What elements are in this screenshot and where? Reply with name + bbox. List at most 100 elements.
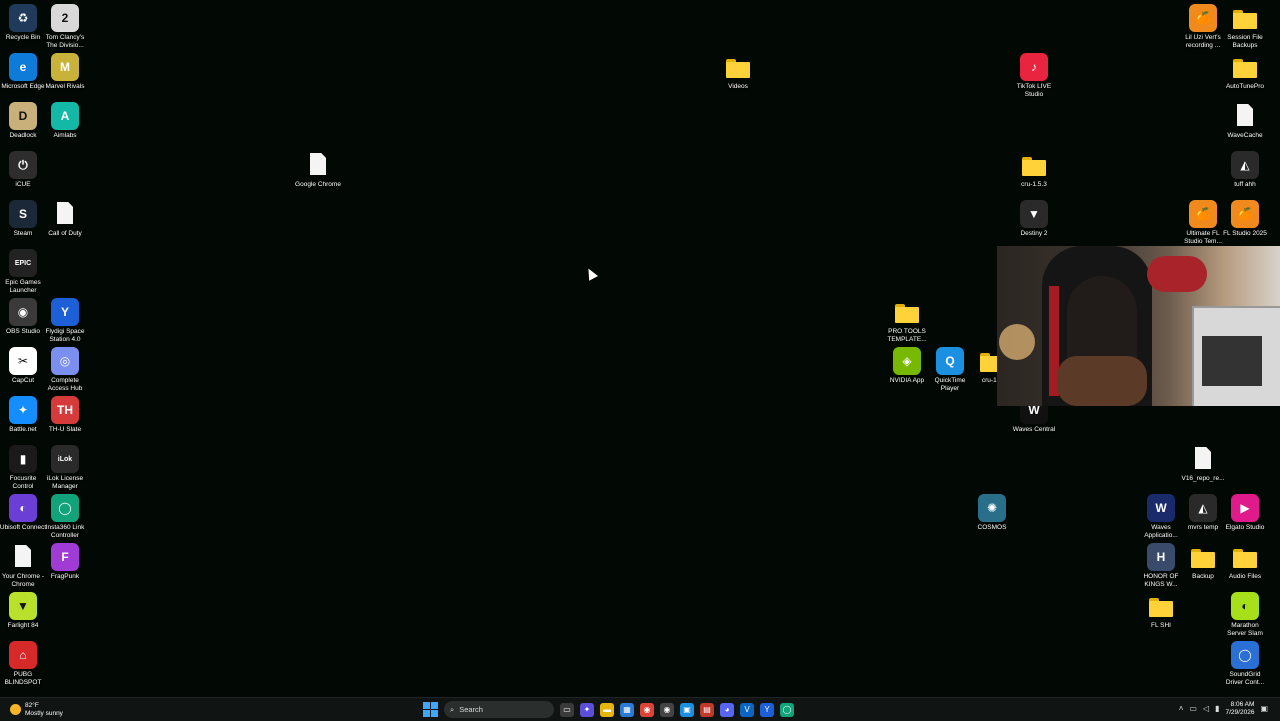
- desktop-icon-google-chrome-file[interactable]: Google Chrome: [295, 151, 341, 189]
- desktop-icon-quicktime[interactable]: Q QuickTime Player: [929, 347, 971, 392]
- desktop-icon-flydigi[interactable]: Y Flydigi Space Station 4.0: [44, 298, 86, 343]
- volume-icon[interactable]: ◁: [1203, 704, 1209, 713]
- desktop-icon-marathon[interactable]: ◐ Marathon Server Slam: [1224, 592, 1266, 637]
- taskbar-store-icon[interactable]: ▦: [620, 702, 634, 717]
- desktop-icon-steam[interactable]: S Steam: [2, 200, 44, 238]
- desktop-icon-label: Waves Central: [1012, 426, 1056, 433]
- desktop-icon-ubisoft-connect[interactable]: ◐ Ubisoft Connect: [0, 494, 46, 532]
- desktop-icon-battle-net[interactable]: ✦ Battle.net: [2, 396, 44, 434]
- desktop-icon-label: SoundGrid Driver Cont...: [1225, 671, 1265, 686]
- desktop-icon-label: CapCut: [11, 377, 35, 384]
- desktop-icon-recycle-bin[interactable]: ♻ Recycle Bin: [2, 4, 44, 42]
- desktop-icon-your-chrome[interactable]: Your Chrome - Chrome: [2, 543, 44, 588]
- desktop-icon-label: Recycle Bin: [5, 34, 41, 41]
- desktop-icon-aimlabs[interactable]: A Aimlabs: [44, 102, 86, 140]
- desktop-icon-label: HONOR OF KINGS W...: [1143, 573, 1179, 588]
- desktop-icon-destiny-2[interactable]: ▼ Destiny 2: [1013, 200, 1055, 238]
- desktop-icon-honor-of-kings[interactable]: H HONOR OF KINGS W...: [1140, 543, 1182, 588]
- taskbar-chrome-icon[interactable]: ◉: [640, 702, 654, 717]
- desktop-icon-farlight-84[interactable]: ▼ Farlight 84: [2, 592, 44, 630]
- desktop-icon-pubg[interactable]: ⌂ PUBG BLINDSPOT: [2, 641, 44, 686]
- desktop-icon-label: cru-1.5.3: [1021, 181, 1047, 188]
- microsoft-edge-icon: e: [9, 53, 37, 81]
- capcut-icon: ✂: [9, 347, 37, 375]
- desktop-icon-elgato-studio[interactable]: ▶ Elgato Studio: [1224, 494, 1266, 532]
- desktop-icon-videos[interactable]: Videos: [717, 53, 759, 91]
- taskbar-task-view-icon[interactable]: ▭: [560, 702, 574, 717]
- desktop-icon-tiktok-live[interactable]: ♪ TikTok LIVE Studio: [1013, 53, 1055, 98]
- desktop-icon-waves-application[interactable]: W Waves Applicatio...: [1140, 494, 1182, 539]
- clock[interactable]: 8:06 AM 7/29/2026: [1226, 701, 1255, 716]
- obs-studio-icon: ◉: [9, 298, 37, 326]
- taskbar-vs-code-icon[interactable]: V: [740, 702, 754, 717]
- desktop-icon-audio-files[interactable]: Audio Files: [1224, 543, 1266, 581]
- taskbar-cosmos-icon[interactable]: ◯: [780, 702, 794, 717]
- desktop-icon-fl-shi[interactable]: FL SHI: [1140, 592, 1182, 630]
- desktop-icon-call-of-duty[interactable]: Call of Duty: [44, 200, 86, 238]
- desktop-icon-label: TH-U Slate: [48, 426, 82, 433]
- weather-desc: Mostly sunny: [25, 709, 63, 717]
- desktop-icon-ultimate-fl[interactable]: 🍊 Ultimate FL Studio Tem...: [1182, 200, 1224, 245]
- desktop-icon-epic-games[interactable]: EPIC Epic Games Launcher: [2, 249, 44, 294]
- start-button[interactable]: [423, 702, 438, 717]
- desktop-icon-obs-studio[interactable]: ◉ OBS Studio: [2, 298, 44, 336]
- desktop-icon-ilok[interactable]: iLok iLok License Manager: [44, 445, 86, 490]
- desktop-icon-wavecache[interactable]: WaveCache: [1224, 102, 1266, 140]
- desktop-icon-pro-tools-template[interactable]: PRO TOOLS TEMPLATE...: [886, 298, 928, 343]
- desktop-icon-complete-access-hub[interactable]: ◎ Complete Access Hub: [44, 347, 86, 392]
- desktop-icon-autotunepro[interactable]: AutoTunePro: [1224, 53, 1266, 91]
- tom-clancy-icon: 2: [51, 4, 79, 32]
- th-u-slate-icon: TH: [51, 396, 79, 424]
- desktop-icon-label: Ultimate FL Studio Tem...: [1184, 230, 1222, 245]
- weather-widget[interactable]: 82°F Mostly sunny: [10, 702, 63, 717]
- desktop-icon-label: Focusrite Control: [9, 475, 37, 490]
- destiny-2-icon: ▼: [1020, 200, 1048, 228]
- desktop-icon-label: Epic Games Launcher: [5, 279, 41, 294]
- desktop-icon-label: Marvel Rivals: [45, 83, 85, 90]
- taskbar-flydigi-icon[interactable]: Y: [760, 702, 774, 717]
- network-icon[interactable]: ▭: [1189, 704, 1197, 713]
- desktop-icon-v16-repo[interactable]: V16_repo_re...: [1181, 445, 1224, 483]
- taskbar-search-box[interactable]: ⌕ Search: [444, 701, 554, 718]
- honor-of-kings-icon: H: [1147, 543, 1175, 571]
- desktop-icon-label: OBS Studio: [6, 328, 40, 335]
- desktop-icon-tom-clancy[interactable]: 2 Tom Clancy's The Divisio...: [44, 4, 86, 49]
- weather-temp: 82°F: [25, 702, 39, 709]
- taskbar-photos-icon[interactable]: ▣: [680, 702, 694, 717]
- desktop-icon-marvel-rivals[interactable]: M Marvel Rivals: [44, 53, 86, 91]
- desktop-icon-session-file-backups[interactable]: Session File Backups: [1224, 4, 1266, 49]
- taskbar-discord-icon[interactable]: ◕: [720, 702, 734, 717]
- desktop-icon-th-u-slate[interactable]: TH TH-U Slate: [44, 396, 86, 434]
- desktop-icon-soundgrid[interactable]: ◯ SoundGrid Driver Cont...: [1224, 641, 1266, 686]
- folder-icon: [724, 53, 752, 81]
- desktop-icon-label: Call of Duty: [48, 230, 82, 237]
- taskbar-file-explorer-icon[interactable]: ▬: [600, 702, 614, 717]
- desktop-icon-nvidia-app[interactable]: ◈ NVIDIA App: [886, 347, 928, 385]
- desktop-icon-icue[interactable]: ⏻ iCUE: [2, 151, 44, 189]
- desktop-icon-mvrs-temp[interactable]: ◭ mvrs temp: [1182, 494, 1224, 532]
- desktop-icon-label: Audio Files: [1228, 573, 1262, 580]
- notification-icon[interactable]: ▣: [1260, 704, 1268, 713]
- desktop-icon-focusrite[interactable]: ▮ Focusrite Control: [2, 445, 44, 490]
- taskbar-calendar-icon[interactable]: ▤: [700, 702, 714, 717]
- desktop-icon-cru-153[interactable]: cru-1.5.3: [1013, 151, 1055, 189]
- desktop-icon-label: Backup: [1192, 573, 1214, 580]
- folder-icon: [1231, 4, 1259, 32]
- chevron-up-icon[interactable]: ˄: [1179, 704, 1184, 713]
- desktop-icon-cosmos[interactable]: ✺ COSMOS: [971, 494, 1013, 532]
- desktop-icon-capcut[interactable]: ✂ CapCut: [2, 347, 44, 385]
- desktop-icon-backup[interactable]: Backup: [1182, 543, 1224, 581]
- taskbar-obs-icon[interactable]: ◉: [660, 702, 674, 717]
- desktop-icon-microsoft-edge[interactable]: e Microsoft Edge: [1, 53, 45, 91]
- battery-icon[interactable]: ▮: [1215, 704, 1219, 713]
- desktop-icon-tuff-ahh[interactable]: ◭ tuff ahh: [1224, 151, 1266, 189]
- desktop-icon-fragpunk[interactable]: F FragPunk: [44, 543, 86, 581]
- desktop-icon-label: Microsoft Edge: [1, 83, 45, 90]
- taskbar-copilot-icon[interactable]: ✦: [580, 702, 594, 717]
- desktop-icon-fl-studio-2025[interactable]: 🍊 FL Studio 2025: [1223, 200, 1267, 238]
- desktop-icon-deadlock[interactable]: D Deadlock: [2, 102, 44, 140]
- desktop-icon-insta360[interactable]: ◯ Insta360 Link Controller: [44, 494, 86, 539]
- webcam-blanket: [1147, 256, 1207, 292]
- pubg-icon: ⌂: [9, 641, 37, 669]
- desktop-icon-lil-uzi[interactable]: 🍊 Lil Uzi Vert's recording ...: [1182, 4, 1224, 49]
